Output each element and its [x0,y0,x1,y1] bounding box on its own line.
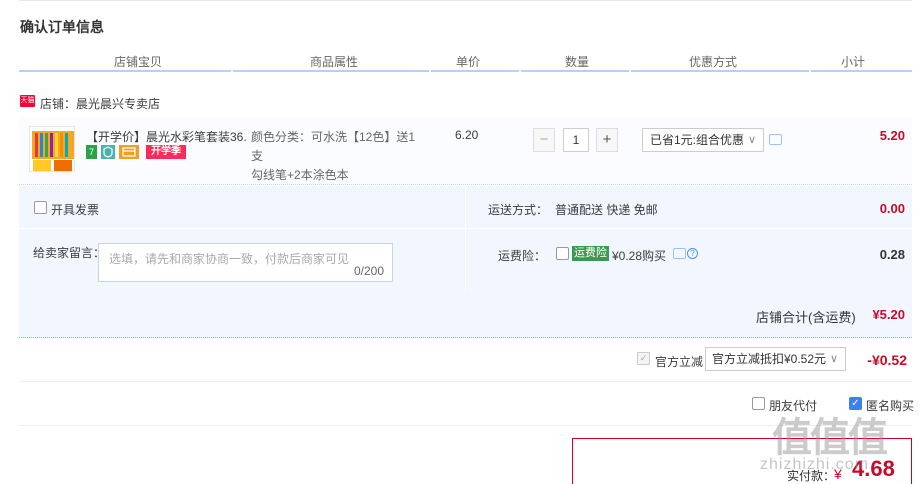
column-header-subtotal: 小计 [841,55,866,69]
promotion-chat-icon[interactable] [769,134,782,145]
quantity-increase-button[interactable]: + [596,128,618,152]
promotion-select-value: 已省1元:组合优惠 [650,133,745,147]
product-title-link[interactable]: 【开学价】晨光水彩笔套装36... [86,128,246,145]
chevron-down-icon: ∨ [829,353,838,365]
promotion-select[interactable]: 已省1元:组合优惠 ∨ [642,128,764,152]
memo-label: 给卖家留言： [33,246,106,260]
delivery-fee: 0.00 [879,201,905,216]
insurance-chat-icon[interactable] [673,248,686,259]
shield-icon [101,145,115,159]
column-header-discount: 优惠方式 [689,55,738,69]
delivery-label: 运送方式： [488,203,549,217]
tmall-shop-icon: 天猫 [20,95,35,107]
insurance-tag: 运费险 [572,246,609,261]
attr-gift-line: 勾线笔+2本涂色本 [251,168,349,182]
official-discount-checkbox[interactable]: ✓ [637,352,650,365]
column-header-attributes: 商品属性 [310,55,359,69]
official-discount-label: 官方立减 [655,355,704,369]
delivery-method: 普通配送 快递 免邮 [555,203,658,217]
school-season-tag: 开学季 [146,145,186,159]
unit-price: 6.20 [455,128,479,142]
item-subtotal: 5.20 [879,128,905,143]
seven-day-return-icon: 7 [86,145,97,159]
product-thumbnail[interactable] [29,126,75,172]
official-discount-select[interactable]: 官方立减抵扣¥0.52元 ∨ [705,347,846,371]
card-icon [119,145,139,159]
shop-name-link[interactable]: 店铺：晨光晨兴专卖店 [40,95,160,112]
top-divider [19,0,912,1]
column-header-unit-price: 单价 [456,55,481,69]
memo-char-count: 0/200 [353,264,384,278]
options-divider [465,186,466,292]
chevron-down-icon: ∨ [747,134,756,146]
seller-memo-textarea[interactable]: 选填，请先和商家协商一致，付款后商家可见 0/200 [98,243,393,282]
invoice-checkbox[interactable] [34,201,47,214]
attr-color-line: 颜色分类：可水洗【12色】送1支 [251,130,416,163]
header-underline [19,70,912,72]
column-header-quantity: 数量 [565,55,590,69]
quantity-stepper: − 1 + [533,128,619,152]
quantity-decrease-button[interactable]: − [533,128,555,152]
product-attributes: 颜色分类：可水洗【12色】送1支 勾线笔+2本涂色本 [251,128,421,185]
shop-total-label: 店铺合计(含运费) [756,310,856,325]
quantity-input[interactable]: 1 [563,128,589,152]
options-row-divider [19,228,912,229]
page-title: 确认订单信息 [20,19,104,35]
invoice-label: 开具发票 [51,203,100,217]
insurance-price-text: ¥0.28购买 [612,249,667,263]
friend-pay-checkbox[interactable] [752,397,765,410]
insurance-label: 运费险： [498,249,547,263]
memo-placeholder: 选填，请先和商家协商一致，付款后商家可见 [109,252,350,266]
insurance-checkbox[interactable] [556,247,569,260]
watermark-url: zhizhizhi.com [760,456,870,473]
discount-row-divider [19,381,912,382]
order-table-header: 店铺宝贝 商品属性 单价 数量 优惠方式 小计 [19,53,912,71]
column-header-item: 店铺宝贝 [114,55,163,69]
official-discount-value: -¥0.52 [867,352,907,368]
help-icon[interactable]: ? [687,248,698,259]
shop-total-value: ¥5.20 [872,307,905,322]
watermark-logo: 值值值 [772,416,888,460]
official-discount-select-value: 官方立减抵扣¥0.52元 [712,352,827,366]
insurance-price: 0.28 [879,247,905,262]
